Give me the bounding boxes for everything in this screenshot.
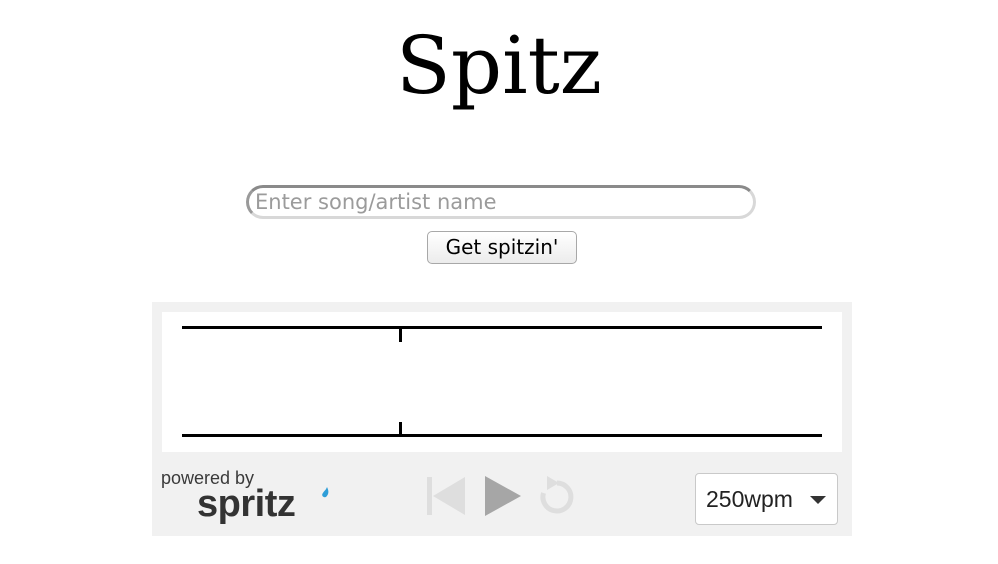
skip-back-button[interactable] <box>427 474 467 518</box>
page-title: Spitz <box>396 19 602 112</box>
chevron-down-icon <box>810 496 826 504</box>
play-icon <box>485 476 521 516</box>
restart-button[interactable] <box>537 474 577 518</box>
spritz-wordmark: spritz <box>197 483 296 525</box>
spritz-logo: powered by spritz <box>161 468 331 528</box>
reticle-bottom-line <box>182 434 822 437</box>
spritz-drop-icon <box>322 487 329 498</box>
speed-select[interactable]: 250wpm <box>695 473 838 525</box>
play-button[interactable] <box>483 474 523 518</box>
restart-icon <box>540 476 574 514</box>
search-input[interactable] <box>246 185 756 219</box>
skip-back-icon <box>427 477 465 515</box>
speed-value: 250wpm <box>706 486 793 512</box>
spritz-word-display <box>162 312 842 452</box>
spritz-reader-panel: powered by spritz 250wpm <box>152 302 852 536</box>
get-spitzin-button[interactable]: Get spitzin' <box>427 231 577 264</box>
reticle-top-line <box>182 326 822 329</box>
reticle-top-tick <box>399 328 402 342</box>
